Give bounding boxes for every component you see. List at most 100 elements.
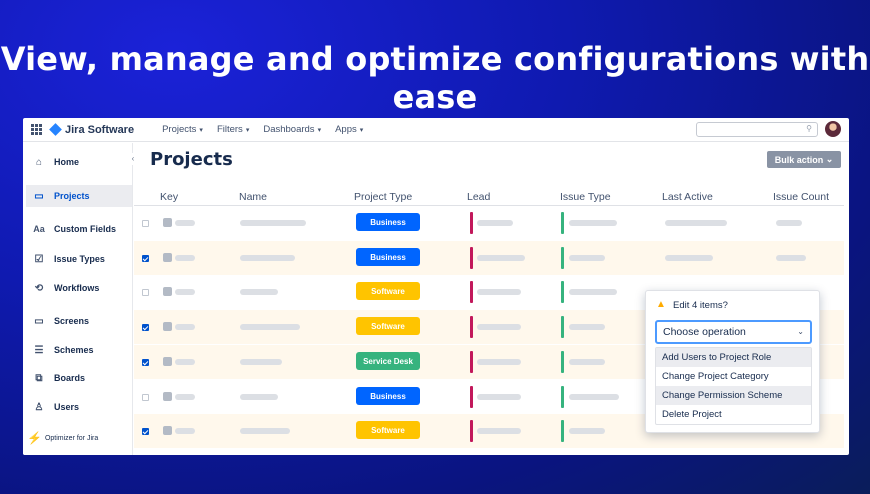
app-switcher-icon[interactable] [31, 123, 43, 136]
key-placeholder [175, 255, 195, 261]
nav-projects[interactable]: Projects ▾ [162, 124, 203, 135]
issue-count-placeholder [776, 255, 806, 261]
popup-title: Edit 4 items? [673, 300, 728, 311]
column-header-issue-count[interactable]: Issue Count [773, 191, 829, 203]
column-header-last-active[interactable]: Last Active [662, 191, 713, 203]
column-header-name[interactable]: Name [239, 191, 267, 203]
option-change-permission-scheme[interactable]: Change Permission Scheme [656, 386, 811, 405]
row-checkbox[interactable] [142, 220, 149, 227]
sidebar-item-issue-types[interactable]: ☑ Issue Types [26, 248, 132, 270]
sidebar-item-projects[interactable]: ▭ Projects [26, 185, 132, 207]
user-icon: ♙ [34, 401, 44, 413]
lead-placeholder [477, 428, 521, 434]
project-avatar-icon [163, 287, 172, 296]
issue-type-color-mark [561, 386, 564, 408]
sidebar-item-home[interactable]: ⌂ Home [26, 151, 132, 173]
key-placeholder [175, 289, 195, 295]
issue-type-placeholder [569, 359, 605, 365]
top-nav: Jira Software Projects ▾ Filters ▾ Dashboa… [23, 118, 849, 142]
sidebar-item-label: Screens [54, 316, 90, 326]
key-placeholder [175, 359, 195, 365]
bulk-action-button[interactable]: Bulk action ⌄ [767, 151, 841, 168]
key-placeholder [175, 220, 195, 226]
jira-diamond-icon [49, 123, 62, 136]
sidebar-item-users[interactable]: ♙ Users [26, 396, 132, 418]
lead-placeholder [477, 255, 525, 261]
sidebar-item-workflows[interactable]: ⟲ Workflows [26, 277, 132, 299]
project-type-badge: Business [356, 248, 420, 266]
project-avatar-icon [163, 218, 172, 227]
issue-type-placeholder [569, 394, 619, 400]
sidebar: ‹ ⌂ Home ▭ Projects Aa Custom Fields ☑ Issue… [23, 143, 139, 455]
search-icon: ⚲ [806, 124, 812, 133]
lead-color-mark [470, 247, 473, 269]
lead-color-mark [470, 420, 473, 442]
column-header-key[interactable]: Key [160, 191, 178, 203]
nav-label: Projects [162, 124, 197, 135]
lead-color-mark [470, 386, 473, 408]
sidebar-item-screens[interactable]: ▭ Screens [26, 310, 132, 332]
sidebar-item-label: Home [54, 157, 80, 167]
chevron-down-icon: ▾ [245, 126, 250, 134]
bolt-icon: ⚡ [27, 431, 42, 445]
issue-type-placeholder [569, 428, 605, 434]
option-add-users-to-project-role[interactable]: Add Users to Project Role [656, 348, 811, 367]
issue-type-placeholder [569, 324, 605, 330]
board-icon: ⧉ [35, 372, 43, 384]
sidebar-item-boards[interactable]: ⧉ Boards [26, 367, 132, 389]
name-placeholder [240, 220, 306, 226]
row-checkbox[interactable] [142, 428, 149, 435]
nav-label: Dashboards [263, 124, 315, 135]
row-checkbox[interactable] [142, 289, 149, 296]
workflow-icon: ⟲ [34, 282, 44, 294]
project-avatar-icon [163, 357, 172, 366]
folder-icon: ▭ [34, 190, 44, 202]
bulk-edit-popup: ▲ Edit 4 items? Choose operation ⌄ Add U… [645, 290, 820, 433]
search-input[interactable]: ⚲ [696, 122, 818, 137]
issue-type-placeholder [569, 220, 617, 226]
row-checkbox[interactable] [142, 394, 149, 401]
app-window: Jira Software Projects ▾ Filters ▾ Dashboa… [23, 118, 849, 455]
lead-color-mark [470, 281, 473, 303]
project-avatar-icon [163, 322, 172, 331]
project-avatar-icon [163, 253, 172, 262]
column-header-issue-type[interactable]: Issue Type [560, 191, 611, 203]
sidebar-item-schemes[interactable]: ☰ Schemes [26, 339, 132, 361]
key-placeholder [175, 394, 195, 400]
project-type-badge: Service Desk [356, 352, 420, 370]
headline: View, manage and optimize configurations… [0, 40, 870, 116]
issue-type-color-mark [561, 351, 564, 373]
avatar[interactable] [825, 121, 841, 137]
chevron-down-icon: ⌄ [797, 327, 804, 336]
nav-dashboards[interactable]: Dashboards ▾ [263, 124, 321, 135]
row-checkbox[interactable] [142, 324, 149, 331]
table-row[interactable]: Business [134, 241, 844, 275]
list-icon: ☰ [34, 344, 44, 356]
logo-text: Jira Software [65, 123, 135, 136]
project-type-badge: Software [356, 421, 420, 439]
name-placeholder [240, 359, 282, 365]
column-header-lead[interactable]: Lead [467, 191, 490, 203]
table-row[interactable]: Business [134, 206, 844, 240]
issue-type-placeholder [569, 255, 605, 261]
row-checkbox[interactable] [142, 255, 149, 262]
row-checkbox[interactable] [142, 359, 149, 366]
option-change-project-category[interactable]: Change Project Category [656, 367, 811, 386]
warning-icon: ▲ [656, 299, 666, 310]
operation-select[interactable]: Choose operation ⌄ [655, 320, 812, 344]
column-header-project-type[interactable]: Project Type [354, 191, 412, 203]
jira-logo[interactable]: Jira Software [49, 123, 135, 136]
checkbox-icon: ☑ [34, 253, 44, 265]
issue-type-placeholder [569, 289, 617, 295]
lead-placeholder [477, 289, 521, 295]
nav-apps[interactable]: Apps ▾ [335, 124, 363, 135]
nav-filters[interactable]: Filters ▾ [217, 124, 249, 135]
project-type-badge: Software [356, 282, 420, 300]
sidebar-item-label: Schemes [54, 345, 94, 355]
last-active-placeholder [665, 220, 727, 226]
option-delete-project[interactable]: Delete Project [656, 405, 811, 424]
screen-icon: ▭ [34, 315, 44, 327]
lead-color-mark [470, 351, 473, 373]
lead-placeholder [477, 359, 521, 365]
sidebar-item-custom-fields[interactable]: Aa Custom Fields [26, 218, 132, 240]
